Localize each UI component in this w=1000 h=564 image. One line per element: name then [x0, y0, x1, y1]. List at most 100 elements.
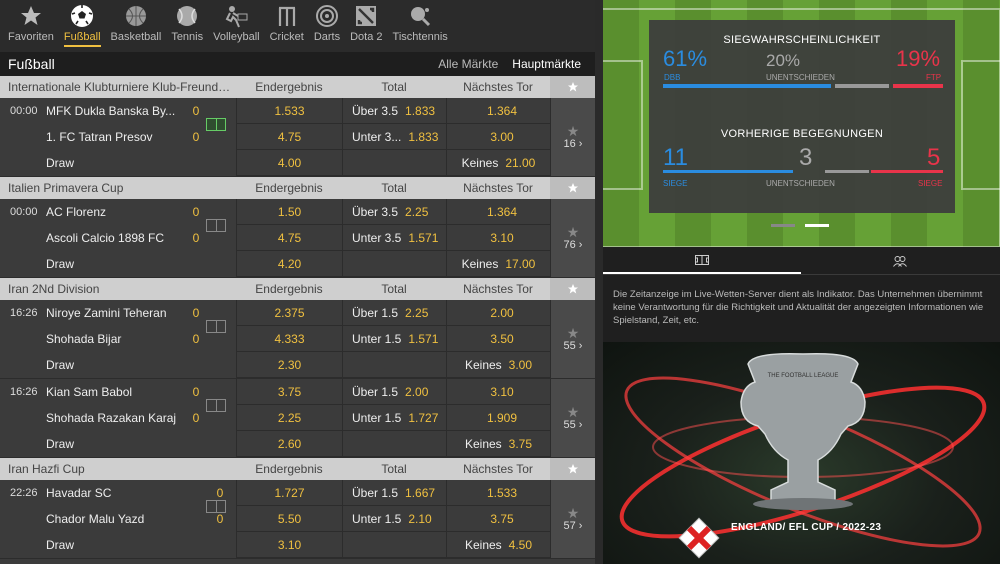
odds-button-total[interactable]: Über 1.5 1.667: [342, 480, 446, 506]
odds-button-result[interactable]: 4.20: [236, 251, 342, 277]
pager-dot-active[interactable]: [805, 224, 829, 227]
more-markets-button[interactable]: ★ 55 ›: [550, 300, 595, 378]
away-score: 0: [192, 130, 200, 144]
odds-button-result[interactable]: 5.50: [236, 506, 342, 532]
league-favorite-button[interactable]: [550, 458, 595, 480]
efl-cup-banner[interactable]: THE FOOTBALL LEAGUE ENGLAND/ EFL CUP / 2…: [603, 342, 1000, 564]
odds-button-result[interactable]: 2.30: [236, 352, 342, 378]
disclaimer-text: Die Zeitanzeige im Live-Wetten-Server di…: [613, 289, 984, 326]
odds-button-next-goal[interactable]: 3.50: [446, 326, 550, 352]
odds-button-next-goal[interactable]: 1.364: [446, 199, 550, 225]
league-favorite-button[interactable]: [550, 177, 595, 199]
tab-pitch[interactable]: [603, 247, 801, 274]
sport-tab-favoriten[interactable]: Favoriten: [4, 0, 58, 52]
odds-button-next-goal[interactable]: 1.533: [446, 480, 550, 506]
match-info-panel: SIEGWAHRSCHEINLICHKEIT 61% DBB 20% UNENT…: [603, 0, 1000, 564]
more-markets-count: 57 ›: [563, 520, 583, 532]
sport-tab-cricket[interactable]: Cricket: [266, 0, 308, 52]
sport-tab-fu-ball[interactable]: Fußball: [60, 0, 105, 52]
draw-label: Draw: [46, 538, 75, 552]
odds-button-next-goal[interactable]: 2.00: [446, 300, 550, 326]
odds-button-total[interactable]: Unter 1.5 2.10: [342, 506, 446, 532]
next-goal-odds: 1.364: [486, 204, 518, 219]
match-teams[interactable]: 00:00 MFK Dukla Banska By... 0 1. FC Tatran…: [0, 98, 236, 176]
away-team: Chador Malu Yazd: [46, 512, 145, 526]
more-markets-button[interactable]: ★ 57 ›: [550, 480, 595, 558]
odds-button-total[interactable]: Über 3.5 2.25: [342, 199, 446, 225]
info-tabs: [603, 247, 1000, 275]
h2h-home-label: SIEGE: [663, 179, 688, 188]
next-goal-odds: 3.50: [490, 331, 514, 346]
odds-button-result[interactable]: 2.25: [236, 405, 342, 431]
col-endergebnis: Endergebnis: [255, 282, 323, 296]
more-markets-button[interactable]: ★ 76 ›: [550, 199, 595, 277]
odds-button-total[interactable]: Über 1.5 2.25: [342, 300, 446, 326]
league-favorite-button[interactable]: [550, 278, 595, 300]
home-label: DBB: [664, 73, 681, 82]
odds-button-next-goal[interactable]: 3.75: [446, 506, 550, 532]
col-next-goal: Nächstes Tor: [463, 80, 533, 94]
match-teams[interactable]: 00:00 AC Florenz 0 Ascoli Calcio 1898 FC 0 Dr…: [0, 199, 236, 277]
odds-button-next-goal[interactable]: 3.10: [446, 379, 550, 405]
odds-button-result[interactable]: 2.60: [236, 431, 342, 457]
sport-tab-tennis[interactable]: Tennis: [167, 0, 207, 52]
sport-tab-volleyball[interactable]: Volleyball: [209, 0, 263, 52]
home-team: Kian Sam Babol: [46, 385, 133, 399]
odds-button-result[interactable]: 4.75: [236, 124, 342, 150]
odds-button-total[interactable]: Unter 1.5 1.571: [342, 326, 446, 352]
more-markets-button[interactable]: ★ 55 ›: [550, 379, 595, 457]
odds-button-result[interactable]: 4.00: [236, 150, 342, 176]
field-icon: [206, 399, 226, 412]
odds-button-next-goal[interactable]: Keines 21.00: [446, 150, 550, 176]
stats-card: SIEGWAHRSCHEINLICHKEIT 61% DBB 20% UNENT…: [649, 20, 955, 213]
odds-button-result[interactable]: 1.727: [236, 480, 342, 506]
odds-button-next-goal[interactable]: Keines 3.00: [446, 352, 550, 378]
dota2-icon: [354, 4, 378, 28]
odds-button-result[interactable]: 4.333: [236, 326, 342, 352]
match-teams[interactable]: 16:26 Kian Sam Babol 0 Shohada Razakan Kara…: [0, 379, 236, 457]
odds-button-result[interactable]: 3.75: [236, 379, 342, 405]
total-line: Über 3.5: [352, 103, 399, 118]
odds-button-next-goal[interactable]: 3.00: [446, 124, 550, 150]
odds-button-result[interactable]: 1.50: [236, 199, 342, 225]
odds-button-total[interactable]: Unter 3... 1.833: [342, 124, 446, 150]
odds-button-result[interactable]: 2.375: [236, 300, 342, 326]
pager-dot[interactable]: [771, 224, 795, 227]
sport-tab-darts[interactable]: Darts: [310, 0, 344, 52]
odds-button-next-goal[interactable]: 1.909: [446, 405, 550, 431]
league-favorite-button[interactable]: [550, 76, 595, 98]
odds-button-total[interactable]: Über 3.5 1.833: [342, 98, 446, 124]
total-odds: 2.25: [405, 204, 429, 219]
more-markets-button[interactable]: ★ 16 ›: [550, 98, 595, 176]
sport-tab-dota-2[interactable]: Dota 2: [346, 0, 386, 52]
odds-button-next-goal[interactable]: Keines 4.50: [446, 532, 550, 558]
more-markets-count: 16 ›: [563, 138, 583, 150]
odds-button-total[interactable]: Unter 1.5 1.727: [342, 405, 446, 431]
odds-button-next-goal[interactable]: Keines 3.75: [446, 431, 550, 457]
odds-button-total[interactable]: Über 1.5 2.00: [342, 379, 446, 405]
favorite-star-icon: ★: [566, 404, 580, 420]
all-markets-toggle[interactable]: Alle Märkte: [438, 57, 498, 71]
next-goal-odds: 1.364: [486, 103, 518, 118]
odds-button-next-goal[interactable]: Keines 17.00: [446, 251, 550, 277]
odds-button-next-goal[interactable]: 1.364: [446, 98, 550, 124]
odds-button-result[interactable]: 3.10: [236, 532, 342, 558]
tab-lineups[interactable]: [801, 247, 999, 274]
main-markets-toggle[interactable]: Hauptmärkte: [512, 57, 581, 71]
odds-button-total: [342, 532, 446, 558]
match-teams[interactable]: 22:26 Havadar SC 0 Chador Malu Yazd 0 Draw: [0, 480, 236, 558]
col-next-goal: Nächstes Tor: [463, 282, 533, 296]
match-row: 16:26 Kian Sam Babol 0 Shohada Razakan Kara…: [0, 379, 595, 458]
sport-tab-basketball[interactable]: Basketball: [107, 0, 166, 52]
home-team: Niroye Zamini Teheran: [46, 306, 167, 320]
match-teams[interactable]: 16:26 Niroye Zamini Teheran 0 Shohada Bijar…: [0, 300, 236, 378]
odds-button-next-goal[interactable]: 3.10: [446, 225, 550, 251]
sport-tab-tischtennis[interactable]: Tischtennis: [389, 0, 452, 52]
odds-button-result[interactable]: 4.75: [236, 225, 342, 251]
home-score: 0: [192, 104, 200, 118]
sport-label: Cricket: [269, 31, 304, 43]
stats-pager[interactable]: [771, 224, 829, 227]
odds-button-result[interactable]: 1.533: [236, 98, 342, 124]
odds-button-total[interactable]: Unter 3.5 1.571: [342, 225, 446, 251]
away-team: Shohada Bijar: [46, 332, 122, 346]
